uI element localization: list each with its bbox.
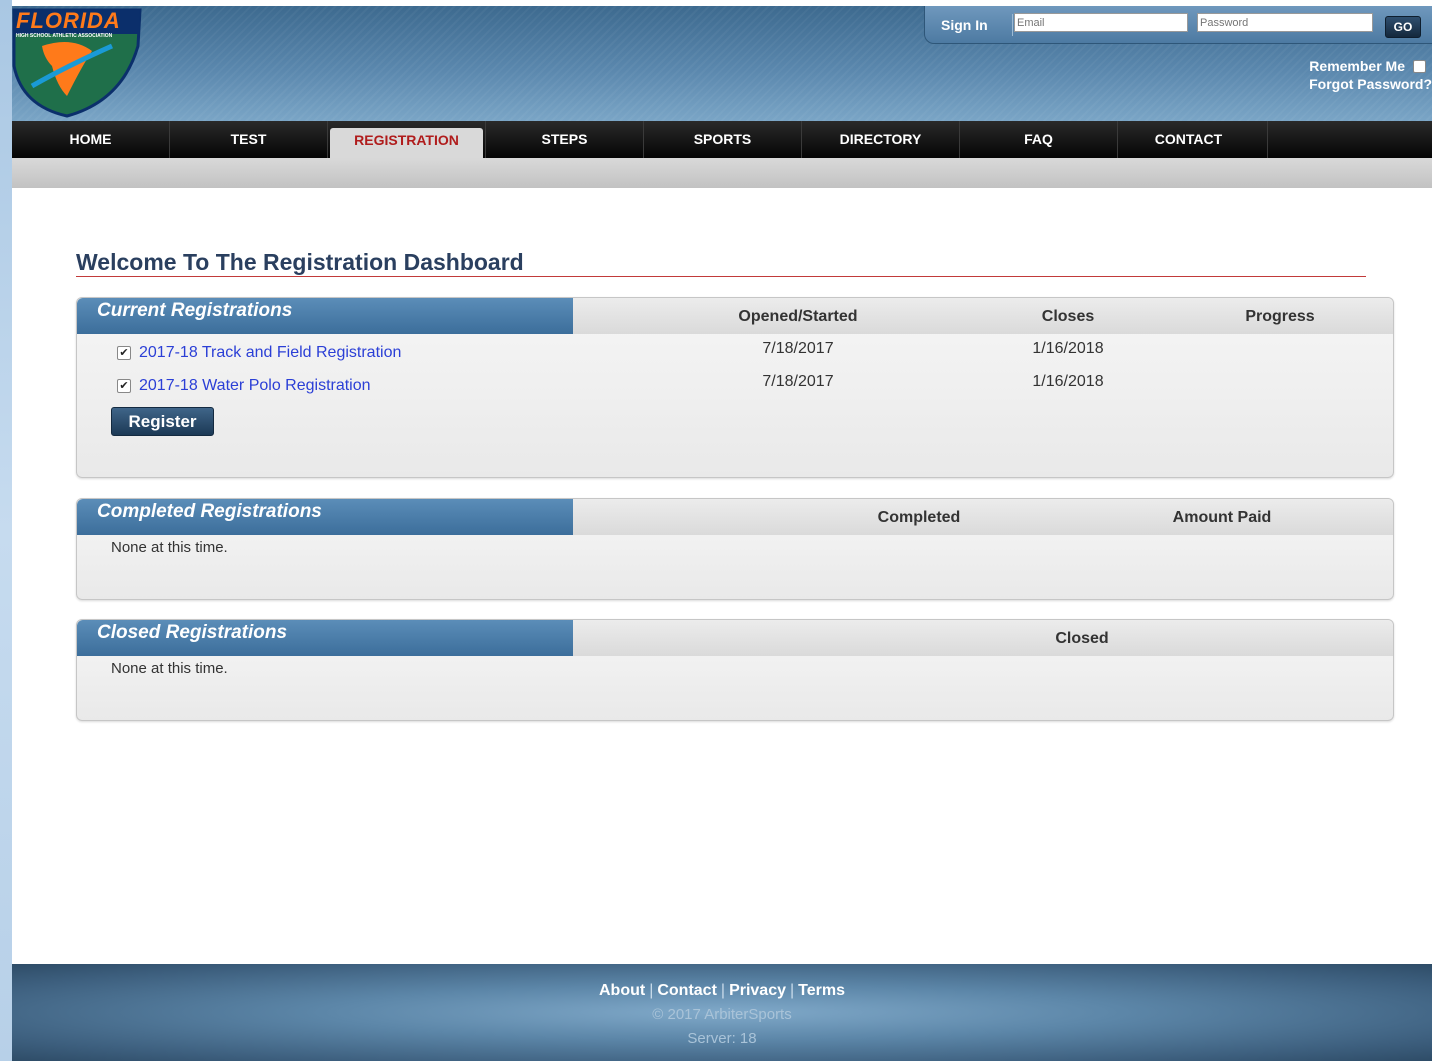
signin-bar: Sign In GO	[924, 6, 1432, 44]
column-header-completed: Completed	[877, 509, 961, 526]
current-registrations-panel: Current Registrations Opened/Started Clo…	[76, 297, 1394, 478]
nav-label: CONTACT	[1154, 131, 1223, 147]
footer-separator: |	[790, 982, 795, 999]
panel-heading: Current Registrations	[77, 298, 573, 334]
footer-server: Server: 18	[687, 1030, 757, 1047]
remember-me-checkbox[interactable]	[1413, 59, 1426, 73]
nav-label: STEPS	[541, 131, 588, 147]
footer-link-about[interactable]: About	[599, 982, 645, 999]
footer-link-contact[interactable]: Contact	[657, 982, 717, 999]
column-header-closed: Closed	[1055, 630, 1109, 647]
nav-item-faq[interactable]: FAQ	[960, 121, 1118, 158]
footer-separator: |	[720, 982, 726, 999]
site-footer: About | Contact | Privacy | Terms © 2017 Arbit…	[12, 964, 1432, 1061]
nav-item-directory[interactable]: DIRECTORY	[802, 121, 960, 158]
nav-item-home[interactable]: HOME	[12, 121, 170, 158]
main-nav: HOME TEST REGISTRATION STEPS SPORTS DIRE…	[12, 121, 1432, 158]
go-button[interactable]: GO	[1385, 16, 1421, 38]
nav-label-active: REGISTRATION	[330, 128, 483, 158]
registration-checkbox[interactable]: ✔	[117, 379, 131, 393]
footer-copyright: © 2017 ArbiterSports	[652, 1006, 792, 1023]
nav-label: TEST	[230, 131, 267, 147]
registration-row: ✔ 2017-18 Water Polo Registration	[117, 377, 371, 395]
footer-links: About | Contact | Privacy | Terms	[12, 982, 1432, 1000]
closes-date: 1/16/2018	[1032, 373, 1104, 390]
fhsaa-logo[interactable]: FLORIDA HIGH SCHOOL ATHLETIC ASSOCIATION	[12, 6, 142, 118]
footer-link-privacy[interactable]: Privacy	[729, 982, 786, 999]
nav-label: FAQ	[1024, 131, 1053, 147]
column-header-opened: Opened/Started	[738, 308, 858, 325]
sub-nav-bar	[12, 158, 1432, 188]
nav-item-steps[interactable]: STEPS	[486, 121, 644, 158]
panel-header: Closed Registrations Closed	[77, 620, 1393, 656]
page-title: Welcome To The Registration Dashboard	[76, 249, 524, 275]
site-header: FLORIDA HIGH SCHOOL ATHLETIC ASSOCIATION…	[12, 6, 1432, 121]
panel-header: Completed Registrations Completed Amount…	[77, 499, 1393, 535]
logo-subtext: HIGH SCHOOL ATHLETIC ASSOCIATION	[16, 33, 113, 39]
panel-header: Current Registrations Opened/Started Clo…	[77, 298, 1393, 334]
registration-row: ✔ 2017-18 Track and Field Registration	[117, 344, 401, 362]
nav-label: SPORTS	[693, 131, 752, 147]
column-header-amount-paid: Amount Paid	[1172, 509, 1272, 526]
title-divider	[76, 276, 1366, 277]
password-input[interactable]	[1197, 13, 1373, 32]
column-header-progress: Progress	[1245, 308, 1315, 325]
left-background-strip	[0, 0, 12, 1061]
remember-me: Remember Me	[1309, 58, 1426, 74]
opened-date: 7/18/2017	[762, 340, 834, 357]
signin-divider	[1012, 14, 1013, 36]
closes-date: 1/16/2018	[1032, 340, 1104, 357]
footer-link-terms[interactable]: Terms	[798, 982, 845, 999]
logo-wordmark: FLORIDA	[16, 8, 121, 33]
footer-separator: |	[649, 982, 654, 999]
nav-label: DIRECTORY	[839, 131, 922, 147]
registration-checkbox[interactable]: ✔	[117, 346, 131, 360]
empty-state-text: None at this time.	[111, 660, 228, 677]
opened-date: 7/18/2017	[762, 373, 834, 390]
registration-link[interactable]: 2017-18 Water Polo Registration	[139, 377, 371, 395]
nav-label: HOME	[69, 131, 112, 147]
email-input[interactable]	[1014, 13, 1188, 32]
panel-heading: Closed Registrations	[77, 620, 573, 656]
remember-me-label: Remember Me	[1309, 58, 1405, 74]
completed-registrations-panel: Completed Registrations Completed Amount…	[76, 498, 1394, 600]
nav-item-contact[interactable]: CONTACT	[1110, 121, 1268, 158]
column-header-closes: Closes	[1041, 308, 1095, 325]
nav-item-registration[interactable]: REGISTRATION	[328, 121, 486, 158]
empty-state-text: None at this time.	[111, 539, 228, 556]
register-button[interactable]: Register	[111, 407, 214, 436]
forgot-password-link[interactable]: Forgot Password?	[1309, 76, 1432, 92]
nav-item-test[interactable]: TEST	[170, 121, 328, 158]
signin-label: Sign In	[941, 17, 988, 33]
nav-item-sports[interactable]: SPORTS	[644, 121, 802, 158]
closed-registrations-panel: Closed Registrations Closed None at this…	[76, 619, 1394, 721]
registration-link[interactable]: 2017-18 Track and Field Registration	[139, 344, 401, 362]
panel-heading: Completed Registrations	[77, 499, 573, 535]
page-frame: FLORIDA HIGH SCHOOL ATHLETIC ASSOCIATION…	[12, 6, 1432, 1061]
